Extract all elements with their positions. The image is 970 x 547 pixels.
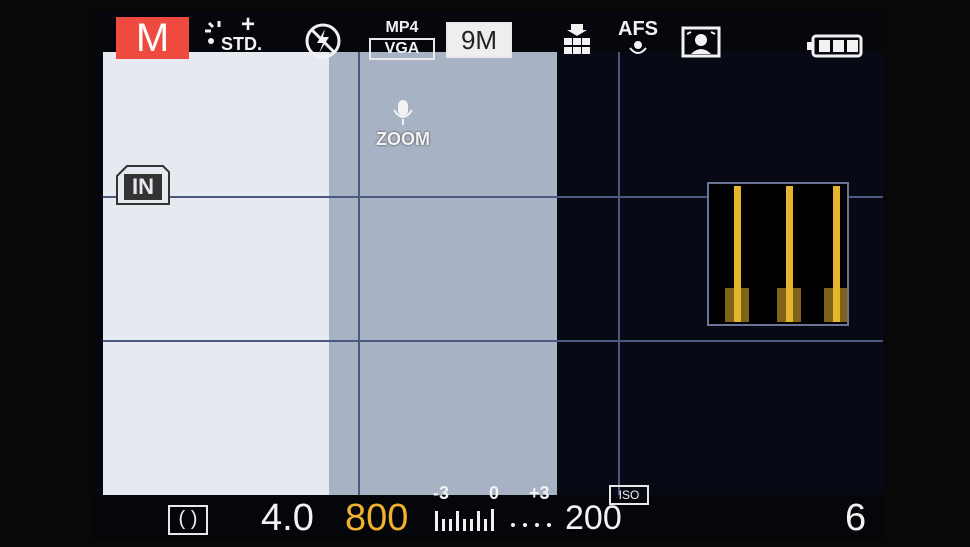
focus-mode-label: AFS <box>618 18 658 40</box>
scene-blue-wall <box>329 52 557 495</box>
scene-white-wall <box>103 52 329 495</box>
quality-icon[interactable] <box>561 22 593 56</box>
movie-format-label: MP4 <box>385 19 419 36</box>
exposure-scale[interactable]: -3 0 +3 <box>433 483 553 537</box>
metering-icon[interactable]: ( ) <box>168 505 208 535</box>
microphone-zoom-indicator[interactable]: ZOOM <box>368 98 438 148</box>
battery-icon <box>805 34 865 58</box>
macro-icon <box>629 41 647 54</box>
face-detect-icon[interactable] <box>681 26 721 58</box>
grid-line-vertical-right <box>618 52 620 495</box>
shutter-speed-value[interactable]: 800 <box>345 497 408 539</box>
histogram <box>707 182 849 326</box>
mode-indicator[interactable]: M <box>116 17 189 59</box>
histogram-peak-base-1 <box>725 288 749 322</box>
internal-memory-indicator: IN <box>113 162 173 208</box>
camera-screen: M + STD. MP4 VGA 9M AFS ZOOM IN () 4.0 … <box>93 12 883 539</box>
exposure-scale-plus: +3 <box>529 483 550 503</box>
movie-format-indicator[interactable]: MP4 VGA <box>369 19 435 60</box>
iso-value[interactable]: 200 <box>565 499 622 538</box>
microphone-icon <box>393 100 413 125</box>
histogram-peak-base-3 <box>824 288 848 322</box>
histogram-peak-base-2 <box>777 288 801 322</box>
focus-mode-indicator[interactable]: AFS <box>615 18 661 58</box>
shots-remaining: 6 <box>845 497 867 539</box>
film-mode-icon[interactable]: + STD. <box>203 12 273 54</box>
grid-line-horizontal-bottom <box>103 340 883 342</box>
top-status-bar: M + STD. MP4 VGA 9M AFS <box>93 12 883 60</box>
internal-memory-label: IN <box>124 174 162 200</box>
flash-off-icon[interactable] <box>305 23 341 59</box>
grid-line-vertical-left <box>358 52 360 495</box>
exposure-scale-ticks <box>435 509 551 531</box>
picture-size-indicator[interactable]: 9M <box>446 22 512 58</box>
movie-quality-label: VGA <box>369 38 435 60</box>
film-style-label: STD. <box>221 34 263 54</box>
exposure-scale-minus: -3 <box>433 483 450 503</box>
bottom-status-bar: ( ) 4.0 800 -3 0 +3 ISO 200 6 <box>93 483 883 539</box>
camera-bezel: M + STD. MP4 VGA 9M AFS ZOOM IN () 4.0 … <box>0 0 970 547</box>
microphone-zoom-label: ZOOM <box>376 129 430 149</box>
aperture-value[interactable]: 4.0 <box>261 497 314 539</box>
exposure-scale-zero: 0 <box>489 483 500 503</box>
